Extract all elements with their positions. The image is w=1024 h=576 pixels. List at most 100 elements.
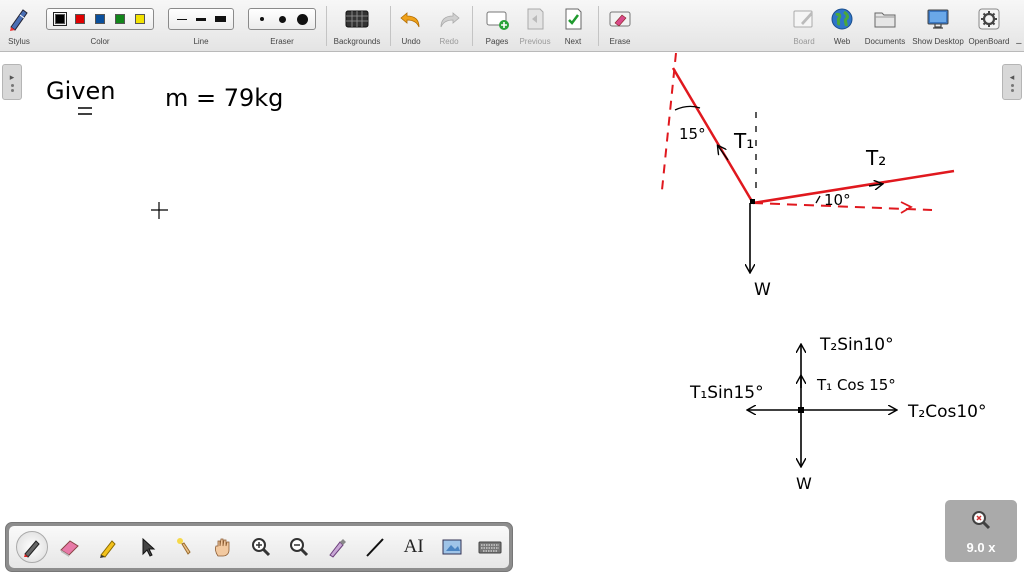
documents-button[interactable]: Documents bbox=[860, 2, 910, 50]
text-icon: AI bbox=[403, 536, 424, 557]
fbd-origin-point bbox=[798, 407, 804, 413]
w-label-top: W bbox=[754, 280, 771, 300]
board-label: Board bbox=[793, 37, 815, 46]
color-swatch-yellow[interactable] bbox=[135, 14, 145, 24]
whiteboard-canvas[interactable]: Given m = 79kg 15° T₁ T₂ 10° W T₂Sin10° … bbox=[0, 53, 1024, 576]
line-width-options bbox=[168, 8, 234, 30]
undo-button[interactable]: Undo bbox=[394, 2, 428, 50]
hand-icon bbox=[214, 538, 230, 557]
pointer-pen-icon bbox=[329, 539, 347, 558]
next-page-icon bbox=[565, 8, 582, 30]
fbd-t2sin-label: T₂Sin10° bbox=[819, 335, 894, 355]
rope-t2 bbox=[752, 169, 955, 205]
eraser-small-option[interactable] bbox=[252, 9, 272, 29]
crosshair-cursor-icon bbox=[151, 202, 168, 219]
color-swatch-green[interactable] bbox=[115, 14, 125, 24]
board-icon bbox=[793, 10, 813, 28]
highlighter-icon bbox=[100, 540, 117, 558]
folder-icon bbox=[874, 12, 896, 28]
line-icon bbox=[366, 538, 385, 557]
previous-page-button[interactable]: Previous bbox=[516, 2, 554, 50]
t1-label: T₁ bbox=[733, 129, 754, 153]
laser-pointer-icon bbox=[176, 538, 191, 555]
zoom-in-tool[interactable] bbox=[242, 529, 280, 565]
eraser-medium-option[interactable] bbox=[272, 9, 292, 29]
line-thin-option[interactable] bbox=[172, 9, 191, 29]
highlighter-tool[interactable] bbox=[89, 529, 127, 565]
knot-point bbox=[750, 199, 755, 204]
keyboard-icon bbox=[478, 541, 502, 554]
erase-board-icon bbox=[609, 11, 631, 27]
backgrounds-button[interactable]: Backgrounds bbox=[330, 2, 384, 50]
stylus-icon bbox=[10, 9, 28, 31]
zoom-in-icon bbox=[252, 538, 271, 557]
toolbar-separator bbox=[472, 6, 473, 46]
zoom-indicator[interactable]: 9.0 x bbox=[945, 500, 1017, 562]
settings-gear-icon bbox=[978, 8, 1000, 30]
redo-label: Redo bbox=[439, 37, 459, 46]
backgrounds-label: Backgrounds bbox=[333, 37, 381, 46]
web-button[interactable]: Web bbox=[824, 2, 860, 50]
toolbar-separator bbox=[390, 6, 391, 46]
toolbar-separator bbox=[326, 6, 327, 46]
t2-label: T₂ bbox=[865, 146, 886, 170]
openboard-label: OpenBoard bbox=[968, 37, 1010, 46]
toolbar-separator bbox=[598, 6, 599, 46]
line-label: Line bbox=[193, 37, 209, 46]
color-swatch-red[interactable] bbox=[75, 14, 85, 24]
main-toolbar: Stylus Color Line Eraser Backgrounds Und… bbox=[0, 0, 1024, 52]
color-swatch-black[interactable] bbox=[53, 12, 67, 26]
previous-label: Previous bbox=[519, 37, 551, 46]
documents-label: Documents bbox=[864, 37, 906, 46]
zoom-magnifier-icon bbox=[972, 511, 991, 530]
virtual-keyboard-tool[interactable] bbox=[471, 529, 509, 565]
color-swatch-blue[interactable] bbox=[95, 14, 105, 24]
minimize-button[interactable]: − bbox=[1016, 38, 1022, 50]
zoom-out-tool[interactable] bbox=[280, 529, 318, 565]
redo-button[interactable]: Redo bbox=[432, 2, 466, 50]
color-group: Color bbox=[44, 2, 156, 50]
globe-icon bbox=[831, 8, 853, 30]
erase-button[interactable]: Erase bbox=[602, 2, 638, 50]
line-medium-option[interactable] bbox=[191, 9, 210, 29]
color-label: Color bbox=[90, 37, 110, 46]
tool-palette-inner: AI bbox=[9, 526, 509, 568]
zoom-level-text: 9.0 x bbox=[966, 540, 996, 555]
next-label: Next bbox=[564, 37, 582, 46]
add-page-icon bbox=[486, 11, 509, 30]
text-tool[interactable]: AI bbox=[395, 529, 433, 565]
given-text: Given bbox=[46, 77, 115, 105]
hand-tool[interactable] bbox=[204, 529, 242, 565]
stylus-button[interactable]: Stylus bbox=[2, 2, 36, 50]
pages-button[interactable]: Pages bbox=[476, 2, 518, 50]
selector-icon bbox=[142, 537, 155, 557]
show-desktop-button[interactable]: Show Desktop bbox=[910, 2, 966, 50]
laser-pointer-tool[interactable] bbox=[166, 529, 204, 565]
undo-label: Undo bbox=[401, 37, 421, 46]
line-group: Line bbox=[166, 2, 236, 50]
erase-label: Erase bbox=[609, 37, 631, 46]
show-desktop-label: Show Desktop bbox=[912, 37, 964, 46]
line-thick-option[interactable] bbox=[211, 9, 230, 29]
previous-page-icon bbox=[527, 8, 544, 30]
eraser-size-options bbox=[248, 8, 316, 30]
fbd-t1cos-label: T₁ Cos 15° bbox=[816, 376, 896, 394]
redo-icon bbox=[440, 12, 460, 28]
stylus-label: Stylus bbox=[8, 37, 30, 46]
pen-tool[interactable] bbox=[13, 529, 51, 565]
angle-15-label: 15° bbox=[679, 125, 706, 143]
next-page-button[interactable]: Next bbox=[554, 2, 592, 50]
line-tool[interactable] bbox=[356, 529, 394, 565]
openboard-menu-button[interactable]: OpenBoard bbox=[966, 2, 1012, 50]
board-button[interactable]: Board bbox=[786, 2, 822, 50]
web-label: Web bbox=[833, 37, 851, 46]
capture-tool[interactable] bbox=[433, 529, 471, 565]
pointer-pen-tool[interactable] bbox=[318, 529, 356, 565]
eraser-tool[interactable] bbox=[51, 529, 89, 565]
mass-text: m = 79kg bbox=[165, 84, 283, 112]
selector-tool[interactable] bbox=[127, 529, 165, 565]
eraser-large-option[interactable] bbox=[292, 9, 312, 29]
pen-icon bbox=[24, 540, 40, 558]
pages-label: Pages bbox=[485, 37, 509, 46]
eraser-group: Eraser bbox=[246, 2, 318, 50]
